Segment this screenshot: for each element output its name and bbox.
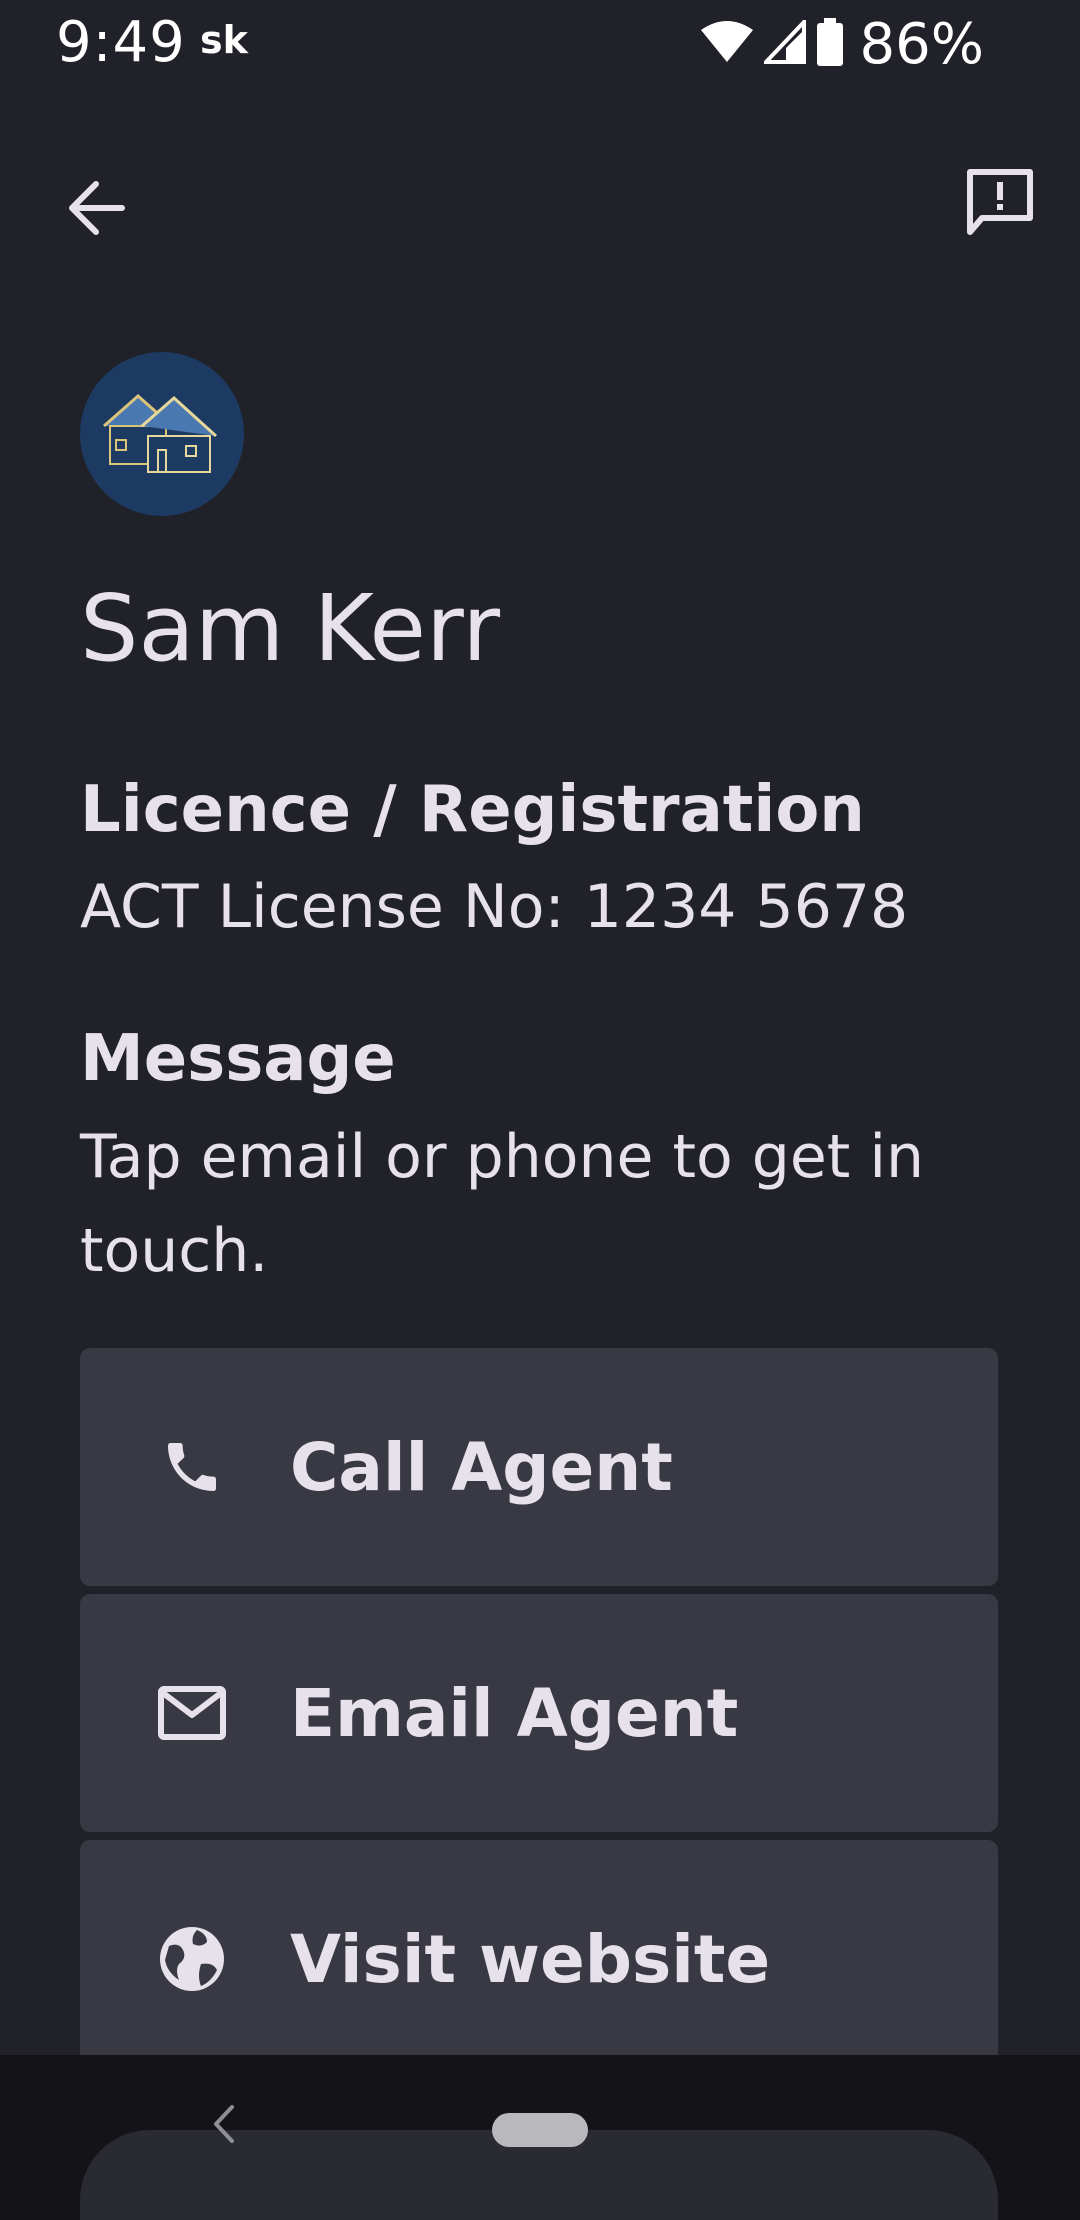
feedback-button[interactable] (955, 160, 1045, 250)
wifi-icon (700, 20, 754, 68)
globe-icon (152, 1919, 232, 1999)
feedback-icon (964, 168, 1036, 242)
carrier-badge: sk (200, 18, 248, 62)
visit-website-button[interactable]: Visit website (80, 1840, 998, 2078)
phone-icon (152, 1427, 232, 1507)
battery-percent: 86% (859, 11, 984, 77)
nav-home-handle[interactable] (492, 2113, 588, 2147)
email-agent-label: Email Agent (290, 1674, 739, 1752)
call-agent-label: Call Agent (290, 1428, 673, 1506)
visit-website-label: Visit website (290, 1920, 771, 1998)
call-agent-button[interactable]: Call Agent (80, 1348, 998, 1586)
email-agent-button[interactable]: Email Agent (80, 1594, 998, 1832)
status-bar: 9:49 sk 86% (0, 0, 1080, 90)
back-button[interactable] (56, 170, 136, 250)
mail-icon (152, 1673, 232, 1753)
licence-label: Licence / Registration (80, 773, 865, 847)
navigation-bar (0, 2055, 1080, 2220)
licence-value: ACT License No: 1234 5678 (80, 872, 909, 942)
nav-back-icon[interactable] (204, 2099, 244, 2149)
agent-name: Sam Kerr (80, 575, 501, 682)
battery-icon (816, 18, 844, 70)
status-icons: 86% (700, 11, 984, 77)
cell-signal-icon (760, 16, 806, 68)
agent-avatar (80, 352, 244, 516)
message-label: Message (80, 1022, 396, 1096)
arrow-back-icon (66, 180, 126, 240)
status-time: 9:49 (56, 10, 186, 75)
message-value: Tap email or phone to get in touch. (80, 1122, 925, 1286)
houses-logo-icon (80, 393, 244, 516)
